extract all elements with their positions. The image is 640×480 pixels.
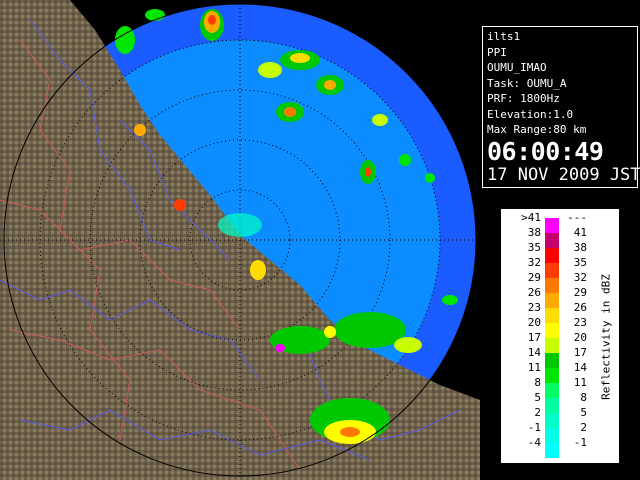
legend-lower-value: >41 — [521, 211, 541, 224]
legend-swatch — [545, 383, 559, 398]
legend-lower-value: 17 — [527, 331, 541, 344]
legend-upper-value: 32 — [573, 271, 587, 284]
legend-upper-value: 11 — [573, 376, 587, 389]
legend-swatch — [545, 308, 559, 323]
legend-swatch — [545, 323, 559, 338]
legend-lower-value: 2 — [534, 406, 541, 419]
radar-ppi-view[interactable] — [0, 0, 480, 480]
legend-upper-value: --- — [567, 211, 587, 224]
legend-swatch — [545, 233, 559, 248]
legend-swatch — [545, 263, 559, 278]
info-date: 17 NOV 2009 JST — [487, 164, 640, 185]
legend-lower-value: 14 — [527, 346, 541, 359]
legend-lower-value: 26 — [527, 286, 541, 299]
radar-screen: ilts1 PPI OUMU_IMAO Task: OUMU_A PRF: 18… — [0, 0, 640, 480]
legend-upper-value: 17 — [573, 346, 587, 359]
legend-lower-value: 11 — [527, 361, 541, 374]
info-radar-name: ilts1 — [487, 30, 521, 43]
legend-lower-value: 38 — [527, 226, 541, 239]
legend-swatch — [545, 248, 559, 263]
legend-swatch — [545, 368, 559, 383]
info-elevation: Elevation:1.0 — [487, 107, 574, 121]
legend-lower-value: 8 — [534, 376, 541, 389]
radar-map — [0, 0, 480, 480]
legend-swatch — [545, 398, 559, 413]
legend-swatch — [545, 413, 559, 428]
info-scan-mode: PPI — [487, 45, 507, 59]
legend-upper-value: 29 — [573, 286, 587, 299]
legend-title-text: Reflectivity in dBZ — [599, 274, 613, 400]
legend-swatch — [545, 428, 559, 443]
legend-upper-value: 26 — [573, 301, 587, 314]
info-panel: ilts1 PPI OUMU_IMAO Task: OUMU_A PRF: 18… — [482, 26, 640, 188]
legend-upper-value: 41 — [573, 226, 587, 239]
info-max-range: Max Range:80 km — [487, 123, 587, 136]
legend-upper-value: 20 — [573, 331, 587, 344]
legend-swatch — [545, 278, 559, 293]
legend-lower-value: 32 — [527, 256, 541, 269]
legend-upper-value: 23 — [573, 316, 587, 329]
info-task: Task: OUMU_A — [487, 76, 567, 90]
legend-upper-value: 35 — [573, 256, 587, 269]
legend-lower-value: 29 — [527, 271, 541, 284]
legend-upper-value: 5 — [580, 406, 587, 419]
legend-lower-value: -4 — [527, 436, 541, 449]
legend-upper-value: 14 — [573, 361, 587, 374]
legend-upper-value: 2 — [580, 421, 587, 434]
legend-lower-value: 35 — [527, 241, 541, 254]
legend-lower-value: -1 — [527, 421, 541, 434]
legend-lower-value: 20 — [527, 316, 541, 329]
legend-swatch — [545, 338, 559, 353]
legend-lower-value: 5 — [534, 391, 541, 404]
legend-swatch — [545, 353, 559, 368]
legend-title: Reflectivity in dBZ — [597, 229, 615, 445]
legend-swatch — [545, 218, 559, 233]
info-time: 06:00:49 — [487, 136, 604, 166]
info-prf: PRF: 1800Hz — [487, 92, 560, 105]
legend-lower-value: 23 — [527, 301, 541, 314]
legend-swatch — [545, 443, 559, 458]
info-product: OUMU_IMAO — [487, 61, 547, 74]
legend-swatch — [545, 293, 559, 308]
legend-upper-value: -1 — [573, 436, 587, 449]
legend-upper-value: 8 — [580, 391, 587, 404]
legend-upper-value: 38 — [573, 241, 587, 254]
reflectivity-legend: >41 --- 38 41 35 38 32 35 29 32 26 29 23 26 20 23 17 20 14… — [500, 208, 620, 464]
